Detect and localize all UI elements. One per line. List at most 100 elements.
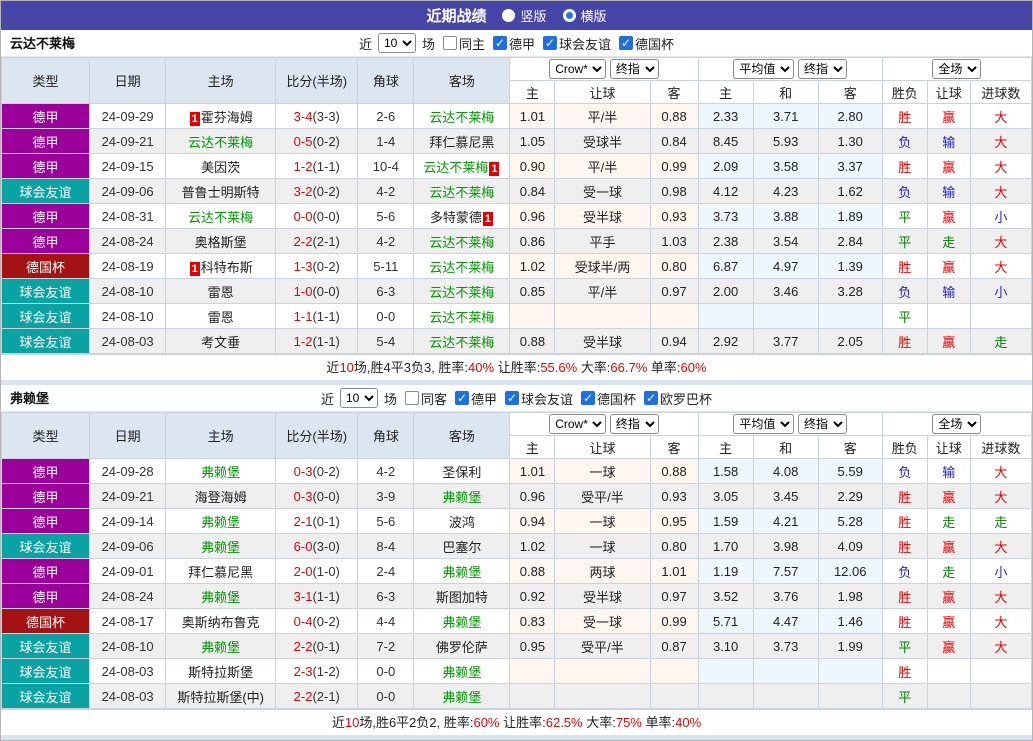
checkbox-label: 德国杯 xyxy=(635,34,674,53)
checkbox-icon xyxy=(581,391,595,405)
result-outcome: 负 xyxy=(882,179,927,204)
checkbox-label: 德甲 xyxy=(471,389,497,408)
recent-results-page: 近期战绩 竖版 横版 云达不莱梅 近 10 场 同主 德甲 球 xyxy=(0,0,1033,741)
team-label: 弗赖堡 xyxy=(201,465,240,480)
col-header-type: 类型 xyxy=(2,58,90,104)
final-average-select[interactable]: 终指 xyxy=(798,59,847,79)
team-label: 雷恩 xyxy=(208,310,234,325)
team-label: 云达不莱梅 xyxy=(429,185,494,200)
away-team: 云达不莱梅 xyxy=(414,329,510,354)
col-header-handicap-line: 让球 xyxy=(555,81,650,104)
league-checkbox-europa[interactable]: 欧罗巴杯 xyxy=(644,389,712,408)
home-team: 斯特拉斯堡 xyxy=(166,659,276,684)
away-team: 波鸿 xyxy=(414,509,510,534)
league-checkbox-friendly[interactable]: 球会友谊 xyxy=(505,389,573,408)
away-team: 云达不莱梅 xyxy=(414,304,510,329)
final-odds-select[interactable]: 终指 xyxy=(610,59,659,79)
avg-home-odds: 3.52 xyxy=(698,584,753,609)
handicap-home-odds: 1.01 xyxy=(510,459,555,484)
fulltime-score: 2-2 xyxy=(294,639,313,654)
result-outcome: 胜 xyxy=(882,584,927,609)
result-handicap: 赢 xyxy=(927,584,970,609)
team-label: 奥格斯堡 xyxy=(195,235,247,250)
corner-score: 10-4 xyxy=(358,154,414,179)
summary-part: 单率: xyxy=(642,715,675,730)
avg-home-odds xyxy=(698,659,753,684)
halftime-score: (1-1) xyxy=(312,159,339,174)
team-label: 弗赖堡 xyxy=(442,690,481,705)
match-count-select[interactable]: 10 xyxy=(340,388,378,408)
bookmaker-select[interactable]: Crow* xyxy=(549,414,606,434)
match-row: 德甲24-09-291霍芬海姆3-4(3-3)2-6云达不莱梅1.01平/半0.… xyxy=(2,104,1032,129)
average-select[interactable]: 平均值 xyxy=(733,414,794,434)
avg-away-odds xyxy=(818,659,882,684)
avg-home-odds: 1.70 xyxy=(698,534,753,559)
away-team: 佛罗伦萨 xyxy=(414,634,510,659)
league-checkbox-dfb-cup[interactable]: 德国杯 xyxy=(619,34,674,53)
recent-matches-table: 类型 日期 主场 比分(半场) 角球 客场 Crow* 终指 平均值 终指 全场 xyxy=(1,412,1032,709)
avg-away-odds: 1.98 xyxy=(818,584,882,609)
same-venue-checkbox[interactable]: 同客 xyxy=(405,389,447,408)
league-checkbox-bundesliga[interactable]: 德甲 xyxy=(493,34,535,53)
home-team: 考文垂 xyxy=(166,329,276,354)
checkbox-label: 欧罗巴杯 xyxy=(660,389,712,408)
handicap-line: 平/半 xyxy=(555,279,650,304)
result-handicap: 赢 xyxy=(927,534,970,559)
corner-score: 0-0 xyxy=(358,659,414,684)
handicap-away-odds: 0.88 xyxy=(650,104,698,129)
corner-score: 2-4 xyxy=(358,559,414,584)
layout-radio-horizontal[interactable]: 横版 xyxy=(563,6,607,25)
match-type-badge: 球会友谊 xyxy=(2,279,90,304)
handicap-group-header: Crow* 终指 xyxy=(510,58,698,81)
result-goals: 大 xyxy=(970,254,1031,279)
fulltime-select[interactable]: 全场 xyxy=(932,59,981,79)
team-label: 霍芬海姆 xyxy=(201,110,253,125)
avg-away-odds: 2.80 xyxy=(818,104,882,129)
handicap-home-odds: 0.86 xyxy=(510,229,555,254)
score: 0-4(0-2) xyxy=(276,609,358,634)
col-header-goals: 进球数 xyxy=(970,436,1031,459)
final-odds-select[interactable]: 终指 xyxy=(610,414,659,434)
avg-home-odds: 3.73 xyxy=(698,204,753,229)
handicap-home-odds: 0.94 xyxy=(510,509,555,534)
average-select[interactable]: 平均值 xyxy=(733,59,794,79)
average-group-header: 平均值 终指 xyxy=(698,413,882,436)
corner-score: 4-2 xyxy=(358,179,414,204)
home-team: 海登海姆 xyxy=(166,484,276,509)
fulltime-score: 0-3 xyxy=(294,464,313,479)
match-row: 球会友谊24-09-06普鲁士明斯特3-2(0-2)4-2云达不莱梅0.84受一… xyxy=(2,179,1032,204)
corner-score: 5-6 xyxy=(358,204,414,229)
away-team: 云达不莱梅1 xyxy=(414,154,510,179)
home-team: 拜仁慕尼黑 xyxy=(166,559,276,584)
match-date: 24-09-06 xyxy=(90,179,166,204)
league-checkbox-friendly[interactable]: 球会友谊 xyxy=(543,34,611,53)
layout-radio-vertical[interactable]: 竖版 xyxy=(502,6,546,25)
corner-score: 0-0 xyxy=(358,304,414,329)
away-team: 云达不莱梅 xyxy=(414,254,510,279)
handicap-away-odds xyxy=(650,659,698,684)
match-row: 球会友谊24-08-10雷恩1-0(0-0)6-3云达不莱梅0.85平/半0.9… xyxy=(2,279,1032,304)
match-date: 24-09-01 xyxy=(90,559,166,584)
home-team: 弗赖堡 xyxy=(166,509,276,534)
handicap-home-odds xyxy=(510,684,555,709)
col-header-avg-home: 主 xyxy=(698,81,753,104)
same-venue-checkbox[interactable]: 同主 xyxy=(443,34,485,53)
league-checkbox-bundesliga[interactable]: 德甲 xyxy=(455,389,497,408)
fulltime-select[interactable]: 全场 xyxy=(932,414,981,434)
league-checkbox-dfb-cup[interactable]: 德国杯 xyxy=(581,389,636,408)
bookmaker-select[interactable]: Crow* xyxy=(549,59,606,79)
final-average-select[interactable]: 终指 xyxy=(798,414,847,434)
summary-part: 让胜率: xyxy=(494,360,540,375)
summary-part: 60% xyxy=(473,715,499,730)
red-card-badge: 1 xyxy=(483,212,493,226)
fulltime-score: 0-3 xyxy=(294,489,313,504)
handicap-away-odds: 0.97 xyxy=(650,279,698,304)
match-date: 24-08-17 xyxy=(90,609,166,634)
match-date: 24-08-03 xyxy=(90,659,166,684)
match-count-select[interactable]: 10 xyxy=(378,33,416,53)
home-team: 1霍芬海姆 xyxy=(166,104,276,129)
avg-away-odds xyxy=(818,304,882,329)
away-team: 弗赖堡 xyxy=(414,559,510,584)
checkbox-icon xyxy=(493,36,507,50)
handicap-away-odds xyxy=(650,304,698,329)
